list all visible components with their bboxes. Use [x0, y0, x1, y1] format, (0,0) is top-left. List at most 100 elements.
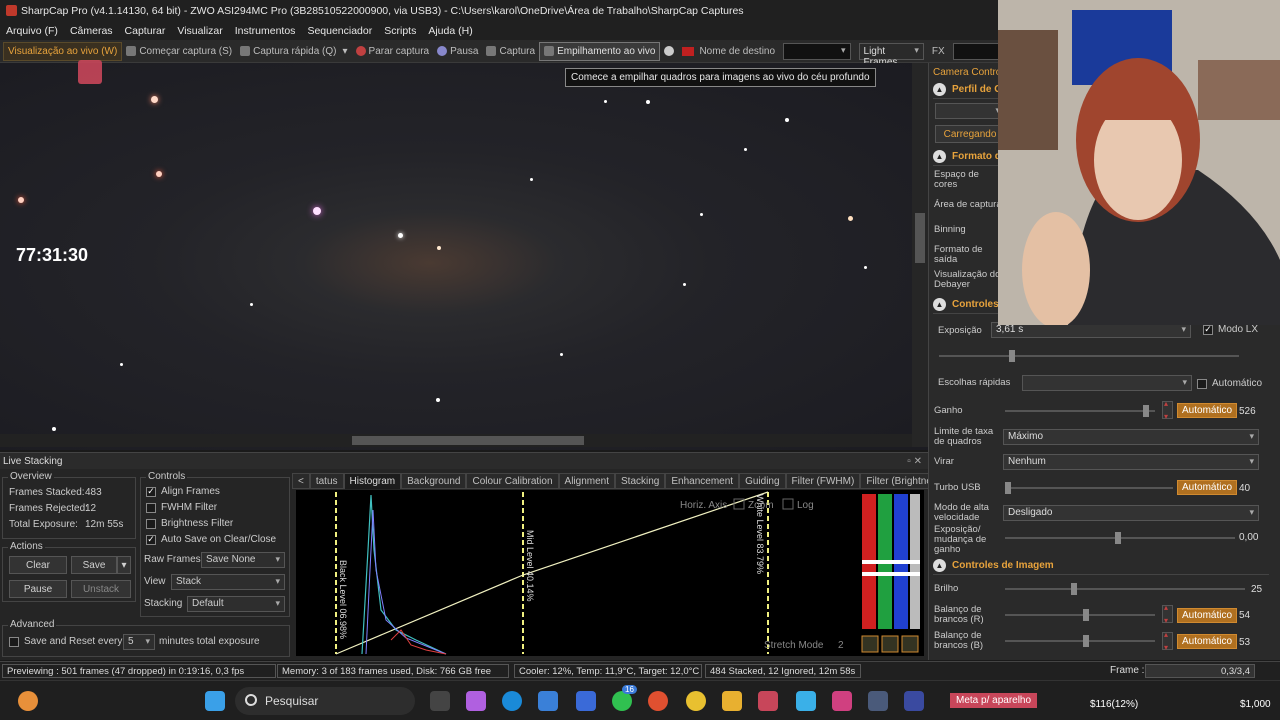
- clear-button[interactable]: Clear: [9, 556, 67, 574]
- usb-auto-button[interactable]: Automático: [1177, 480, 1238, 495]
- live-preview-image[interactable]: [0, 63, 928, 450]
- profile-select[interactable]: [935, 103, 1005, 119]
- chrome-icon[interactable]: [686, 691, 706, 711]
- wb-blue-slider[interactable]: [1005, 635, 1155, 647]
- file-explorer-icon[interactable]: [722, 691, 742, 711]
- image-horizontal-scrollbar[interactable]: [0, 434, 912, 447]
- flip-select[interactable]: Nenhum: [1003, 454, 1259, 470]
- wb-blue-stepper[interactable]: [1162, 630, 1173, 652]
- menu-view[interactable]: Visualizar: [177, 25, 222, 37]
- taskbar-search[interactable]: Pesquisar: [235, 687, 415, 715]
- frame-type-select[interactable]: Light Frames: [858, 42, 924, 68]
- usb-turbo-slider[interactable]: [1005, 482, 1173, 494]
- app-icon[interactable]: [758, 691, 778, 711]
- tab-histogram[interactable]: Histogram: [343, 473, 402, 489]
- pause-button[interactable]: Pausa: [433, 42, 482, 61]
- star-stretch-icon[interactable]: [881, 635, 899, 653]
- quick-capture-button[interactable]: Captura rápida (Q) ▾: [236, 42, 351, 61]
- log-checkbox[interactable]: [782, 498, 794, 510]
- task-view-icon[interactable]: [430, 691, 450, 711]
- slider-knob[interactable]: [1071, 583, 1077, 595]
- app-icon[interactable]: [796, 691, 816, 711]
- menu-tools[interactable]: Instrumentos: [235, 25, 296, 37]
- checkbox-box[interactable]: ✓: [1203, 324, 1213, 335]
- wb-red-stepper[interactable]: [1162, 603, 1173, 625]
- gain-auto-button[interactable]: Automático: [1177, 403, 1238, 418]
- tab-enhancement[interactable]: Enhancement: [665, 473, 740, 489]
- collapse-icon[interactable]: ▲: [933, 83, 946, 96]
- tab-background[interactable]: Background: [401, 473, 467, 489]
- frame-rate-select[interactable]: Máximo: [1003, 429, 1259, 445]
- whatsapp-icon[interactable]: [612, 691, 632, 711]
- tab-alignment[interactable]: Alignment: [558, 473, 615, 489]
- stacking-select[interactable]: Default: [187, 596, 285, 612]
- copilot-icon[interactable]: [466, 691, 486, 711]
- live-stack-button[interactable]: Empilhamento ao vivo: [539, 41, 661, 61]
- gain-stepper[interactable]: [1162, 399, 1173, 421]
- close-icon[interactable]: ▫ ✕: [907, 453, 922, 470]
- menu-help[interactable]: Ajuda (H): [428, 25, 472, 37]
- fx-select[interactable]: [952, 42, 1000, 60]
- windows-start-icon[interactable]: [205, 691, 225, 711]
- checkbox-box[interactable]: [146, 502, 156, 513]
- exposure-gain-change-value[interactable]: 0,00: [1239, 532, 1258, 543]
- brightness-value[interactable]: 25: [1251, 584, 1262, 595]
- wb-red-auto-button[interactable]: Automático: [1177, 608, 1238, 623]
- auto-exposure-checkbox[interactable]: Automático: [1197, 378, 1262, 389]
- tab-scroll-left[interactable]: <: [292, 473, 310, 489]
- edge-icon[interactable]: [502, 691, 522, 711]
- gain-slider[interactable]: [1005, 405, 1155, 417]
- wb-red-value[interactable]: 54: [1239, 610, 1250, 621]
- slider-knob[interactable]: [1009, 350, 1015, 362]
- wb-red-slider[interactable]: [1005, 609, 1155, 621]
- usb-turbo-value[interactable]: 40: [1239, 483, 1250, 494]
- app-icon[interactable]: [832, 691, 852, 711]
- view-select[interactable]: Stack: [171, 574, 285, 590]
- checkbox-box[interactable]: [146, 518, 156, 529]
- live-view-button[interactable]: Visualização ao vivo (W): [3, 41, 123, 61]
- tab-guiding[interactable]: Guiding: [739, 473, 786, 489]
- brightness-slider[interactable]: [1005, 583, 1245, 595]
- store-icon[interactable]: [538, 691, 558, 711]
- slider-knob[interactable]: [1083, 635, 1089, 647]
- app-icon[interactable]: [904, 691, 924, 711]
- wb-blue-value[interactable]: 53: [1239, 637, 1250, 648]
- brightness-filter-checkbox[interactable]: Brightness Filter: [146, 518, 233, 529]
- quick-choices-select[interactable]: [1022, 375, 1192, 391]
- auto-save-checkbox[interactable]: ✓ Auto Save on Clear/Close: [146, 534, 276, 545]
- slider-knob[interactable]: [1115, 532, 1121, 544]
- high-speed-select[interactable]: Desligado: [1003, 505, 1259, 521]
- capture-button[interactable]: Captura: [482, 42, 539, 61]
- scroll-thumb[interactable]: [352, 436, 584, 445]
- overlay-badge-icon[interactable]: [78, 60, 102, 84]
- fwhm-filter-checkbox[interactable]: FWHM Filter: [146, 502, 217, 513]
- slider-knob[interactable]: [1083, 609, 1089, 621]
- slider-knob[interactable]: [1005, 482, 1011, 494]
- stop-capture-button[interactable]: Parar captura: [352, 42, 434, 61]
- pause-stacking-button[interactable]: Pause: [9, 580, 67, 598]
- image-controls-section-header[interactable]: ▲ Controles de Imagem: [933, 557, 1269, 575]
- record-indicator[interactable]: [660, 42, 678, 61]
- histogram-panel[interactable]: Black Level 06.98% Mid Level 40.14% Whit…: [296, 490, 924, 656]
- slider-knob[interactable]: [1143, 405, 1149, 417]
- app-icon[interactable]: [648, 691, 668, 711]
- checkbox-box[interactable]: [9, 636, 19, 647]
- tab-filter-fwhm[interactable]: Filter (FWHM): [785, 473, 861, 489]
- save-dropdown-icon[interactable]: ▾: [117, 556, 131, 574]
- histogram-chart[interactable]: Black Level 06.98% Mid Level 40.14% Whit…: [296, 490, 924, 656]
- image-vertical-scrollbar[interactable]: [912, 63, 928, 447]
- gain-value[interactable]: 526: [1239, 406, 1256, 417]
- menu-cameras[interactable]: Câmeras: [70, 25, 113, 37]
- raw-frames-select[interactable]: Save None: [201, 552, 285, 568]
- auto-stretch-icon[interactable]: [861, 635, 879, 653]
- menu-capture[interactable]: Capturar: [125, 25, 166, 37]
- save-button[interactable]: Save: [71, 556, 117, 574]
- collapse-icon[interactable]: ▲: [933, 298, 946, 311]
- loading-button[interactable]: Carregando: [935, 125, 1005, 143]
- collapse-icon[interactable]: ▲: [933, 150, 946, 163]
- checkbox-box[interactable]: ✓: [146, 534, 156, 545]
- start-capture-button[interactable]: Começar captura (S): [122, 42, 236, 61]
- tab-status[interactable]: tatus: [309, 473, 344, 489]
- lx-mode-checkbox[interactable]: ✓ Modo LX: [1203, 324, 1258, 335]
- chevron-down-icon[interactable]: ▾: [343, 46, 348, 57]
